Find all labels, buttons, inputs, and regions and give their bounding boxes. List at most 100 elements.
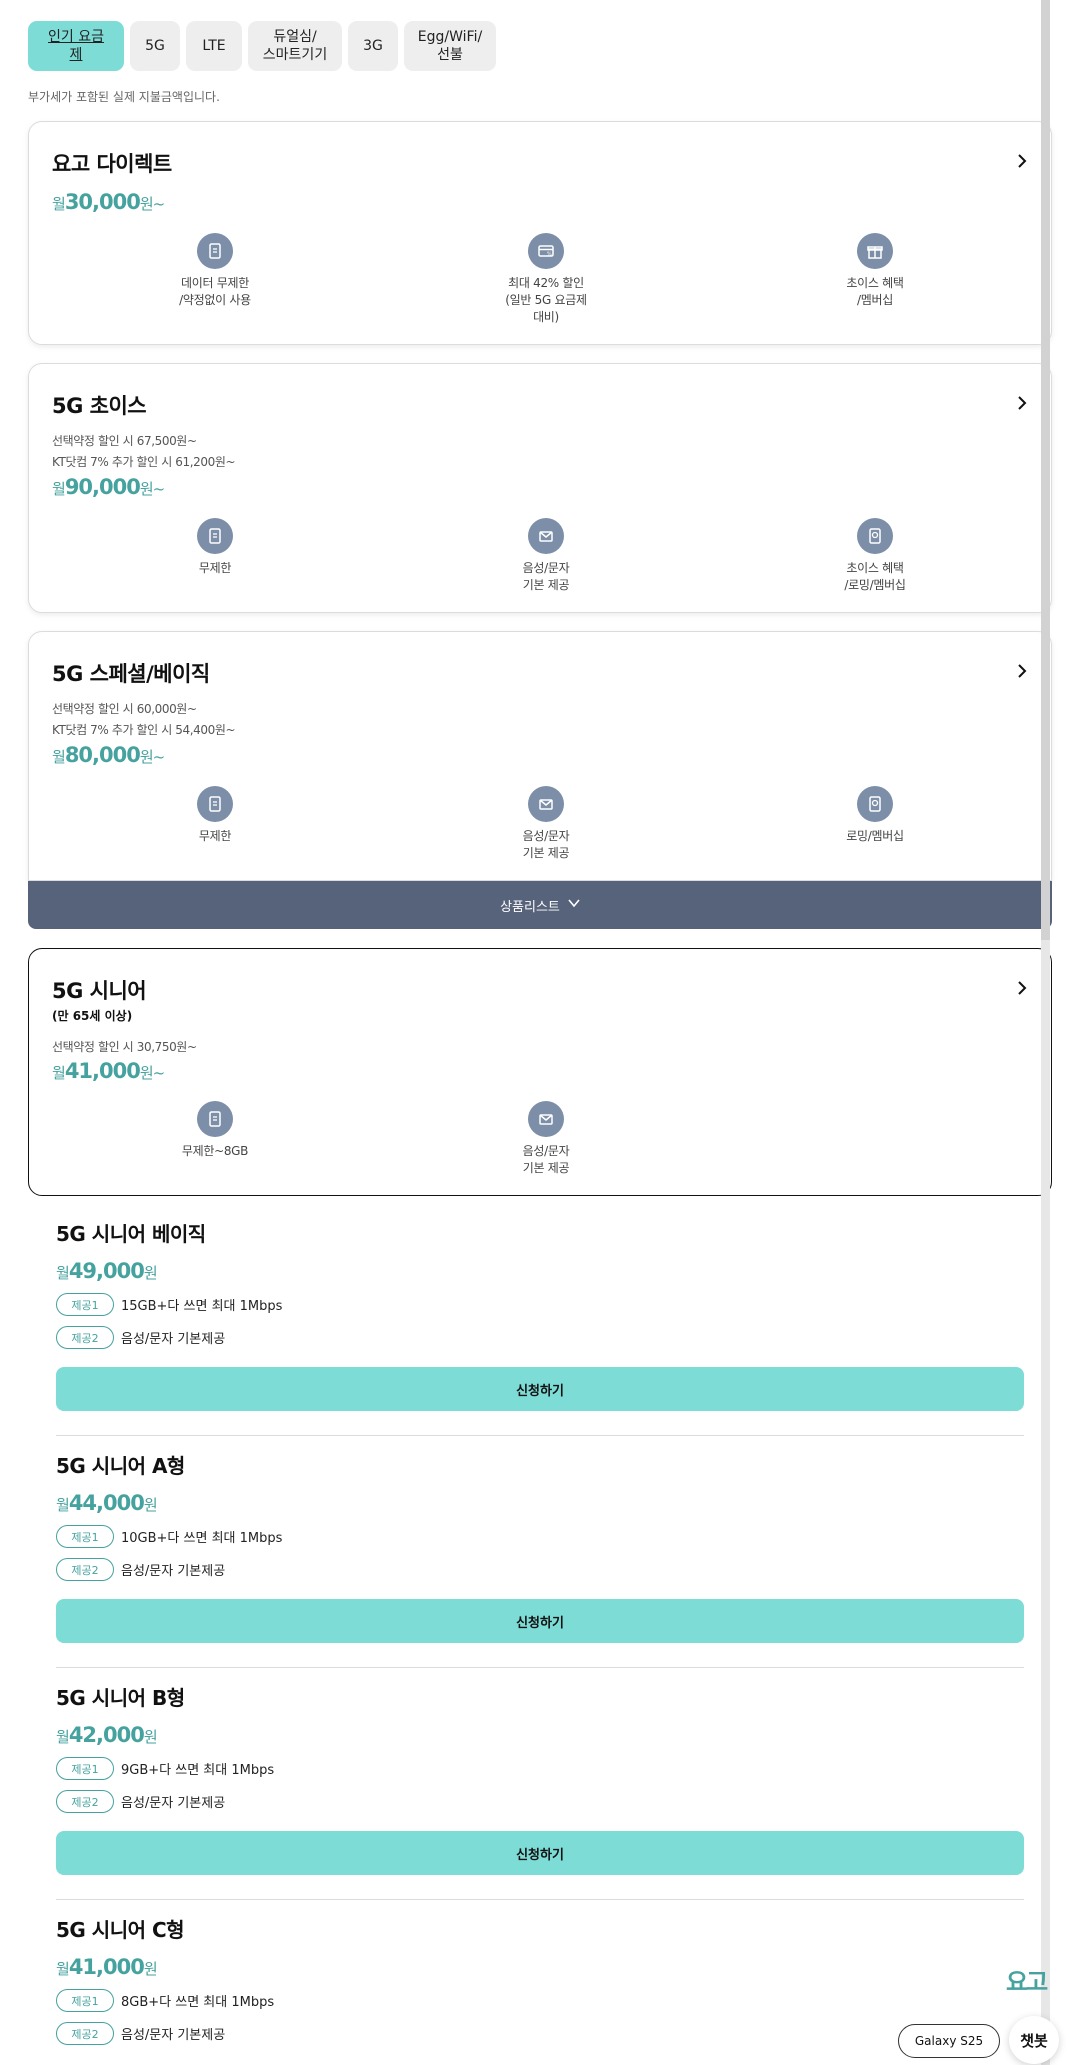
plan-title: 5G 스페셜/베이직 [52, 662, 210, 686]
data-icon [197, 233, 233, 269]
chevron-down-icon [568, 897, 580, 913]
offer-badge: 제공2 [56, 1558, 114, 1581]
product-name: 5G 시니어 C형 [56, 1918, 185, 1942]
offer-text: 음성/문자 기본제공 [121, 2028, 226, 2043]
feature-discount: % 최대 42% 할인 (일반 5G 요금제 대비) [461, 233, 631, 326]
call-message-icon [528, 518, 564, 554]
feature-call-message: 음성/문자 기본 제공 [461, 786, 631, 862]
feature-roaming: 로밍/멤버십 [790, 786, 960, 845]
plan-price: 월41,000원~ [52, 1059, 165, 1083]
offer-badge: 제공1 [56, 1989, 114, 2012]
tab-dualsim[interactable]: 듀얼심/ 스마트기기 [248, 21, 342, 71]
feature-data: 데이터 무제한 /약정없이 사용 [130, 233, 300, 309]
chevron-right-icon[interactable] [1015, 396, 1029, 410]
discount-line: KT닷컴 7% 추가 할인 시 61,200원~ [52, 455, 236, 469]
product-price: 월42,000원 [56, 1723, 158, 1747]
plan-card-5g-special-basic[interactable]: 5G 스페셜/베이직 선택약정 할인 시 60,000원~ KT닷컴 7% 추가… [28, 631, 1052, 881]
roaming-membership-icon [857, 786, 893, 822]
offer-row: 제공1 8GB+다 쓰면 최대 1Mbps [56, 1989, 1024, 2012]
apply-button[interactable]: 신청하기 [56, 1599, 1024, 1643]
offer-badge: 제공2 [56, 2022, 114, 2045]
offer-row: 제공1 9GB+다 쓰면 최대 1Mbps [56, 1757, 1024, 1780]
offer-text: 15GB+다 쓰면 최대 1Mbps [121, 1299, 283, 1314]
offer-badge: 제공1 [56, 1757, 114, 1780]
call-message-icon [528, 1101, 564, 1137]
vat-note: 부가세가 포함된 실제 지불금액입니다. [28, 90, 220, 104]
scrollbar-thumb[interactable] [1041, 0, 1050, 940]
offer-badge: 제공1 [56, 1293, 114, 1316]
product-item: 5G 시니어 A형 월44,000원 제공1 10GB+다 쓰면 최대 1Mbp… [56, 1450, 1024, 1643]
offer-text: 음성/문자 기본제공 [121, 1332, 226, 1347]
plan-price: 월80,000원~ [52, 743, 165, 767]
offer-row: 제공2 음성/문자 기본제공 [56, 1790, 1024, 1813]
discount-card-icon: % [528, 233, 564, 269]
chevron-right-icon[interactable] [1015, 154, 1029, 168]
product-item: 5G 시니어 베이직 월49,000원 제공1 15GB+다 쓰면 최대 1Mb… [56, 1218, 1024, 1411]
chevron-right-icon[interactable] [1015, 664, 1029, 678]
discount-line: 선택약정 할인 시 67,500원~ [52, 434, 197, 448]
product-price: 월49,000원 [56, 1259, 158, 1283]
offer-row: 제공1 10GB+다 쓰면 최대 1Mbps [56, 1525, 1024, 1548]
device-promo-pill[interactable]: Galaxy S25 [898, 2024, 1000, 2058]
discount-line: KT닷컴 7% 추가 할인 시 54,400원~ [52, 723, 236, 737]
tab-egg-wifi[interactable]: Egg/WiFi/ 선불 [404, 21, 496, 71]
feature-data: 무제한 [130, 786, 300, 845]
plan-title: 5G 초이스 [52, 394, 147, 418]
offer-row: 제공1 15GB+다 쓰면 최대 1Mbps [56, 1293, 1024, 1316]
feature-call-message: 음성/문자 기본 제공 [461, 1101, 631, 1177]
plan-card-yogo-direct[interactable]: 요고 다이렉트 월30,000원~ 데이터 무제한 /약정없이 사용 % 최대 … [28, 121, 1052, 345]
plan-subtitle: (만 65세 이상) [52, 1009, 133, 1023]
divider [56, 1435, 1024, 1436]
chatbot-button[interactable]: 챗봇 [1009, 2016, 1059, 2064]
product-price: 월44,000원 [56, 1491, 158, 1515]
product-list-label: 상품리스트 [500, 899, 560, 915]
tab-3g[interactable]: 3G [348, 21, 398, 71]
offer-row: 제공2 음성/문자 기본제공 [56, 1326, 1024, 1349]
offer-badge: 제공2 [56, 1326, 114, 1349]
plan-price: 월30,000원~ [52, 190, 165, 214]
feature-roaming: 초이스 혜택 /로밍/멤버십 [790, 518, 960, 594]
divider [56, 1667, 1024, 1668]
discount-line: 선택약정 할인 시 30,750원~ [52, 1040, 197, 1054]
plan-card-5g-choice[interactable]: 5G 초이스 선택약정 할인 시 67,500원~ KT닷컴 7% 추가 할인 … [28, 363, 1052, 613]
product-name: 5G 시니어 B형 [56, 1686, 185, 1710]
data-icon [197, 1101, 233, 1137]
offer-text: 8GB+다 쓰면 최대 1Mbps [121, 1995, 275, 2010]
product-item: 5G 시니어 C형 월41,000원 제공1 8GB+다 쓰면 최대 1Mbps… [56, 1914, 1024, 2045]
offer-text: 10GB+다 쓰면 최대 1Mbps [121, 1531, 283, 1546]
data-icon [197, 518, 233, 554]
call-message-icon [528, 786, 564, 822]
offer-text: 음성/문자 기본제공 [121, 1564, 226, 1579]
offer-text: 9GB+다 쓰면 최대 1Mbps [121, 1763, 275, 1778]
apply-button[interactable]: 신청하기 [56, 1367, 1024, 1411]
gift-icon [857, 233, 893, 269]
product-name: 5G 시니어 A형 [56, 1454, 185, 1478]
feature-call-message: 음성/문자 기본 제공 [461, 518, 631, 594]
product-list-toggle[interactable]: 상품리스트 [28, 881, 1052, 929]
offer-row: 제공2 음성/문자 기본제공 [56, 2022, 1024, 2045]
tab-lte[interactable]: LTE [186, 21, 242, 71]
plan-card-5g-senior[interactable]: 5G 시니어 (만 65세 이상) 선택약정 할인 시 30,750원~ 월41… [28, 948, 1052, 1196]
feature-data: 무제한~8GB [130, 1101, 300, 1160]
plan-title: 요고 다이렉트 [52, 152, 172, 176]
plan-category-tabs: 인기 요금제 5G LTE 듀얼심/ 스마트기기 3G Egg/WiFi/ 선불 [28, 21, 496, 71]
plan-page: 인기 요금제 5G LTE 듀얼심/ 스마트기기 3G Egg/WiFi/ 선불… [0, 0, 1080, 2065]
product-price: 월41,000원 [56, 1955, 158, 1979]
discount-line: 선택약정 할인 시 60,000원~ [52, 702, 197, 716]
product-item: 5G 시니어 B형 월42,000원 제공1 9GB+다 쓰면 최대 1Mbps… [56, 1682, 1024, 1875]
apply-button[interactable]: 신청하기 [56, 1831, 1024, 1875]
offer-badge: 제공2 [56, 1790, 114, 1813]
tab-popular[interactable]: 인기 요금제 [28, 21, 124, 71]
data-icon [197, 786, 233, 822]
svg-text:%: % [547, 252, 552, 258]
feature-choice-benefit: 초이스 혜택 /멤버십 [790, 233, 960, 309]
chevron-right-icon[interactable] [1015, 981, 1029, 995]
offer-badge: 제공1 [56, 1525, 114, 1548]
product-name: 5G 시니어 베이직 [56, 1222, 206, 1246]
plan-title: 5G 시니어 [52, 979, 147, 1003]
plan-price: 월90,000원~ [52, 475, 165, 499]
tab-5g[interactable]: 5G [130, 21, 180, 71]
offer-text: 음성/문자 기본제공 [121, 1796, 226, 1811]
divider [56, 1899, 1024, 1900]
yogo-logo[interactable]: 요고 [1006, 1962, 1054, 1992]
